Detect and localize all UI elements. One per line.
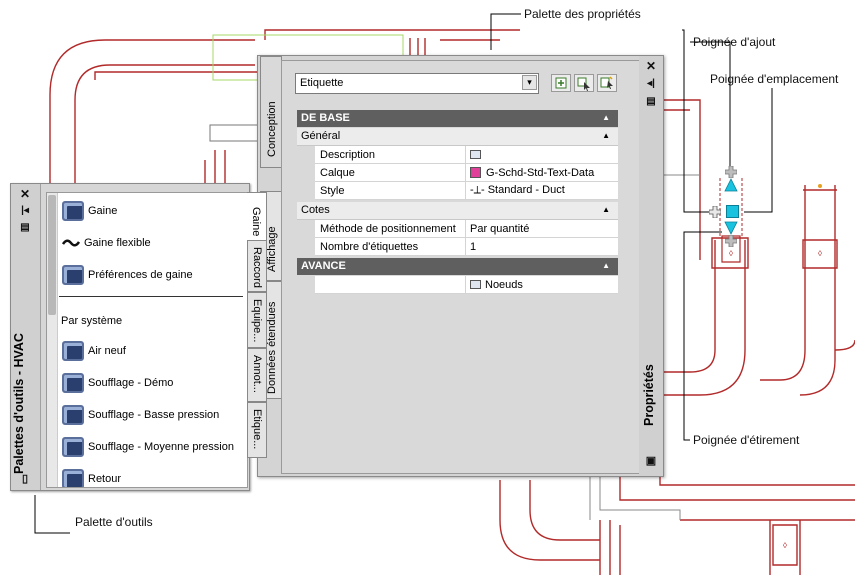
add-grip-top[interactable] [724, 165, 738, 179]
duct-icon [62, 405, 84, 425]
tool-flexible-duct[interactable]: Gaine flexible [62, 230, 151, 256]
autohide-icon[interactable]: ◂| [643, 78, 659, 89]
callout-stretch-grip: Poignée d'étirement [693, 433, 800, 447]
properties-palette: Conception Affichage Données étendues Et… [257, 55, 664, 477]
properties-titlebar[interactable]: ✕ ◂| ▤ Propriétés ▣ [639, 56, 663, 476]
close-icon[interactable]: ✕ [17, 187, 33, 201]
svg-text:◊: ◊ [729, 249, 733, 258]
divider [59, 296, 243, 297]
close-icon[interactable]: ✕ [643, 59, 659, 73]
svg-text:◊: ◊ [818, 249, 822, 258]
tab-conception[interactable]: Conception [260, 56, 282, 168]
svg-text:◊: ◊ [783, 541, 787, 550]
property-row-tag-count[interactable]: Nombre d'étiquettes 1 [315, 238, 618, 256]
tool-palette: ✕ |◂ ▤ Palettes d'outils - HVAC ▯ Gaine … [10, 183, 267, 491]
quick-select-icon[interactable] [551, 74, 571, 92]
flexible-duct-icon [62, 239, 80, 247]
tab-equipement[interactable]: Equipe... [247, 292, 267, 348]
callout-tool-palette: Palette d'outils [75, 515, 153, 529]
tab-etiquette[interactable]: Etique... [247, 402, 267, 458]
scrollbar-thumb[interactable] [48, 195, 56, 315]
collapse-icon[interactable]: ▲ [602, 261, 610, 270]
duct-icon [62, 469, 84, 487]
layer-color-swatch [470, 167, 481, 178]
tool-palette-content: Gaine Gaine flexible Préférences de gain… [46, 192, 248, 488]
tool-fresh-air[interactable]: Air neuf [62, 338, 126, 364]
tool-return[interactable]: Retour [62, 466, 121, 487]
tab-annotation[interactable]: Annot... [247, 348, 267, 402]
properties-title: Propriétés [642, 364, 656, 426]
palette-properties-icon[interactable]: ▯ [17, 472, 33, 485]
callout-add-grip: Poignée d'ajout [693, 35, 776, 49]
property-row-style[interactable]: Style -⟂- Standard - Duct [315, 182, 618, 200]
subcategory-dimensions[interactable]: Cotes ▲ [297, 202, 618, 220]
tool-palette-titlebar[interactable]: ✕ |◂ ▤ Palettes d'outils - HVAC ▯ [11, 184, 41, 490]
tool-supply-low-pressure[interactable]: Soufflage - Basse pression [62, 402, 219, 428]
stretch-grip-down-icon[interactable] [724, 221, 738, 235]
tool-palette-title: Palettes d'outils - HVAC [12, 333, 26, 474]
stretch-grip-up-icon[interactable] [724, 178, 738, 192]
add-grip-side[interactable] [708, 205, 722, 219]
chevron-down-icon[interactable]: ▾ [522, 75, 537, 90]
section-label: Par système [61, 315, 123, 327]
duct-preferences-icon [62, 265, 84, 285]
property-row-positioning-method[interactable]: Méthode de positionnement Par quantité [315, 220, 618, 238]
duct-icon [62, 373, 84, 393]
property-row-nodes[interactable]: Noeuds [315, 276, 618, 294]
autohide-icon[interactable]: |◂ [17, 205, 33, 216]
select-objects-icon[interactable] [574, 74, 594, 92]
scrollbar[interactable] [47, 193, 58, 487]
duct-icon [62, 437, 84, 457]
toggle-pickadd-icon[interactable] [597, 74, 617, 92]
palette-properties-icon[interactable]: ▣ [643, 454, 659, 467]
collapse-icon[interactable]: ▲ [602, 205, 610, 214]
property-row-layer[interactable]: Calque G-Schd-Std-Text-Data [315, 164, 618, 182]
tool-duct[interactable]: Gaine [62, 198, 117, 224]
properties-menu-icon[interactable]: ▤ [643, 96, 659, 107]
tab-raccord[interactable]: Raccord [247, 240, 267, 292]
collapse-icon[interactable]: ▲ [602, 113, 610, 122]
collapse-icon[interactable]: ▲ [602, 131, 610, 140]
tool-supply-demo[interactable]: Soufflage - Démo [62, 370, 173, 396]
property-row-description[interactable]: Description [315, 146, 618, 164]
object-type-combo[interactable]: Etiquette ▾ [295, 73, 539, 94]
description-edit-icon[interactable] [470, 150, 481, 159]
tool-duct-preferences[interactable]: Préférences de gaine [62, 262, 193, 288]
callout-properties-palette: Palette des propriétés [524, 7, 641, 21]
object-type-value: Etiquette [300, 77, 344, 89]
location-grip[interactable] [726, 205, 739, 218]
category-base[interactable]: DE BASE ▲ [297, 110, 618, 127]
category-advanced[interactable]: AVANCE ▲ [297, 258, 618, 275]
duct-icon [62, 341, 84, 361]
properties-panel: Etiquette ▾ DE BASE ▲ Général ▲ Descriptio… [281, 60, 640, 474]
subcategory-general[interactable]: Général ▲ [297, 128, 618, 146]
nodes-icon [470, 280, 481, 289]
tool-supply-medium-pressure[interactable]: Soufflage - Moyenne pression [62, 434, 234, 460]
palette-menu-icon[interactable]: ▤ [17, 222, 33, 233]
add-grip-bottom[interactable] [724, 234, 738, 248]
duct-icon [62, 201, 84, 221]
callout-location-grip: Poignée d'emplacement [710, 72, 839, 86]
